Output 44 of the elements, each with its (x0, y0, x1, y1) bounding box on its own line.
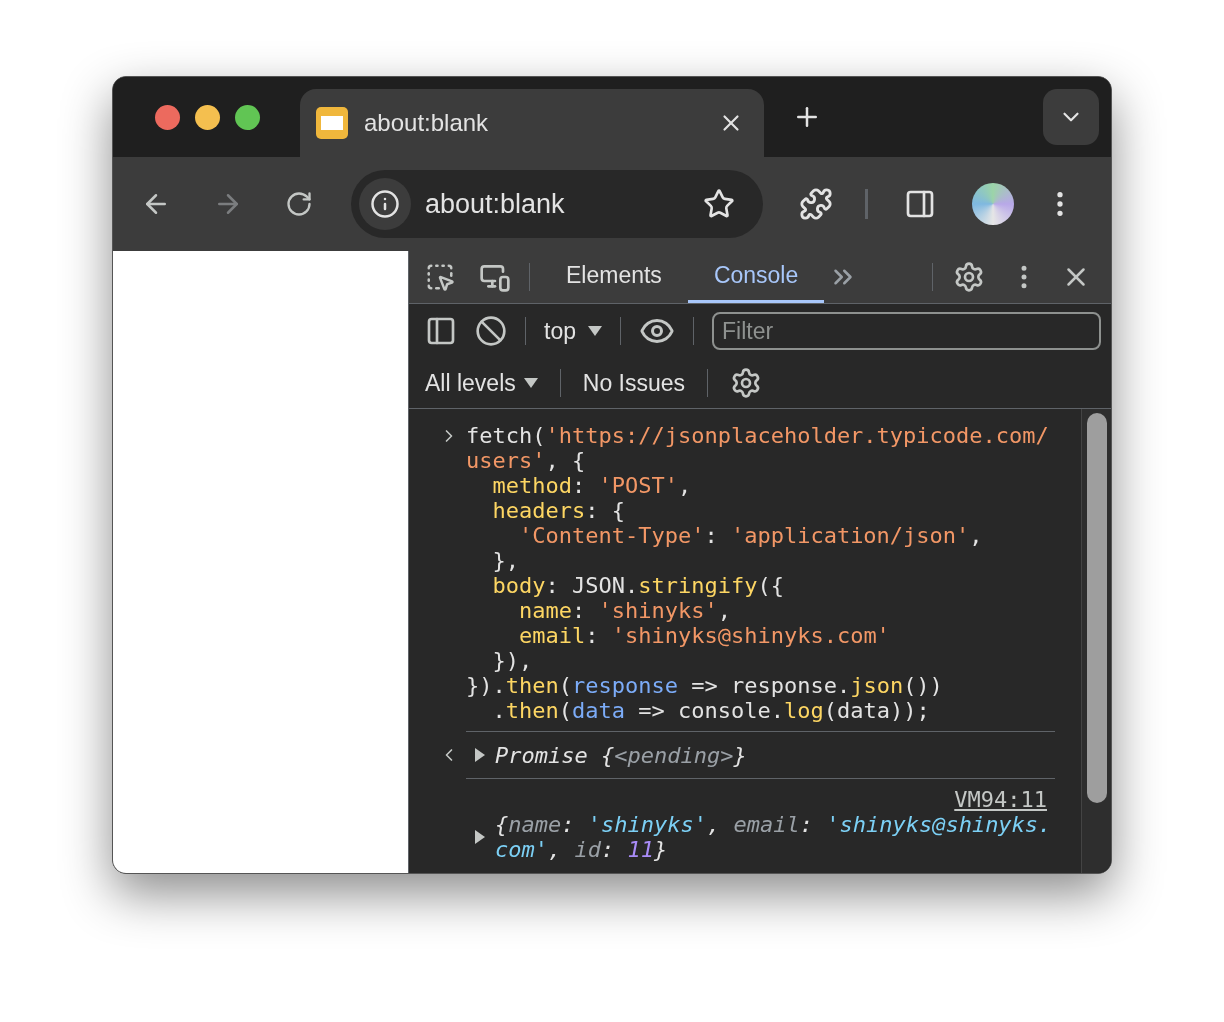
code-line: name: 'shinyks', (517, 598, 732, 623)
code-line: body: JSON.stringify({ (491, 573, 785, 598)
extensions-icon[interactable] (799, 187, 833, 221)
expand-triangle-icon[interactable] (475, 830, 485, 844)
code-line: 'Content-Type': 'application/json', (517, 523, 984, 548)
context-dropdown[interactable]: top (544, 313, 602, 349)
minimize-window-button[interactable] (195, 104, 220, 130)
code-line: }), (491, 648, 534, 673)
side-panel-icon[interactable] (904, 188, 936, 220)
issues-button[interactable]: No Issues (582, 365, 686, 401)
code-line: email: 'shinyks@shinyks.com' (517, 623, 891, 648)
code-line: }, (491, 548, 520, 573)
profile-avatar[interactable] (972, 183, 1014, 225)
filter-field[interactable]: Filter (712, 312, 1101, 350)
log-levels-dropdown[interactable]: All levels (425, 365, 538, 401)
address-text: about:blank (425, 187, 566, 221)
reload-icon[interactable] (285, 190, 313, 218)
code-line: headers: { (491, 498, 626, 523)
sidebar-toggle-icon[interactable] (425, 315, 457, 347)
devtools-tab[interactable]: Console (687, 251, 825, 303)
bookmark-star-icon[interactable] (703, 188, 735, 220)
logged-object[interactable]: {name: 'shinyks', email: 'shinyks@shinyks.com', id: 11} (495, 812, 1055, 862)
inspect-element-icon[interactable] (425, 262, 455, 292)
expand-triangle-icon[interactable] (475, 748, 485, 762)
source-link[interactable]: VM94:11 (954, 787, 1047, 812)
devtools-tab[interactable]: Elements (540, 251, 688, 303)
settings-icon[interactable] (953, 261, 985, 293)
address-bar[interactable]: about:blank (351, 170, 763, 238)
maximize-window-button[interactable] (235, 104, 260, 130)
scrollbar[interactable] (1081, 409, 1111, 873)
code-line: users', { (466, 448, 587, 473)
site-info-icon[interactable] (359, 178, 411, 230)
tab-title: about:blank (364, 108, 490, 138)
code-line: method: 'POST', (491, 473, 693, 498)
browser-tab[interactable]: about:blank (300, 89, 764, 157)
clear-console-icon[interactable] (475, 315, 507, 347)
code-line: fetch('https://jsonplaceholder.typicode.com/ (466, 423, 1049, 448)
dropdown-caret-icon (523, 378, 538, 388)
page-icon (316, 107, 348, 139)
dropdown-caret-icon (588, 326, 602, 336)
code-line: }).then(response => response.json()) (466, 673, 944, 698)
promise-result[interactable]: Promise {<pending>} (495, 742, 747, 768)
close-window-button[interactable] (155, 104, 180, 130)
code-line: .then(data => console.log(data)); (491, 698, 931, 723)
